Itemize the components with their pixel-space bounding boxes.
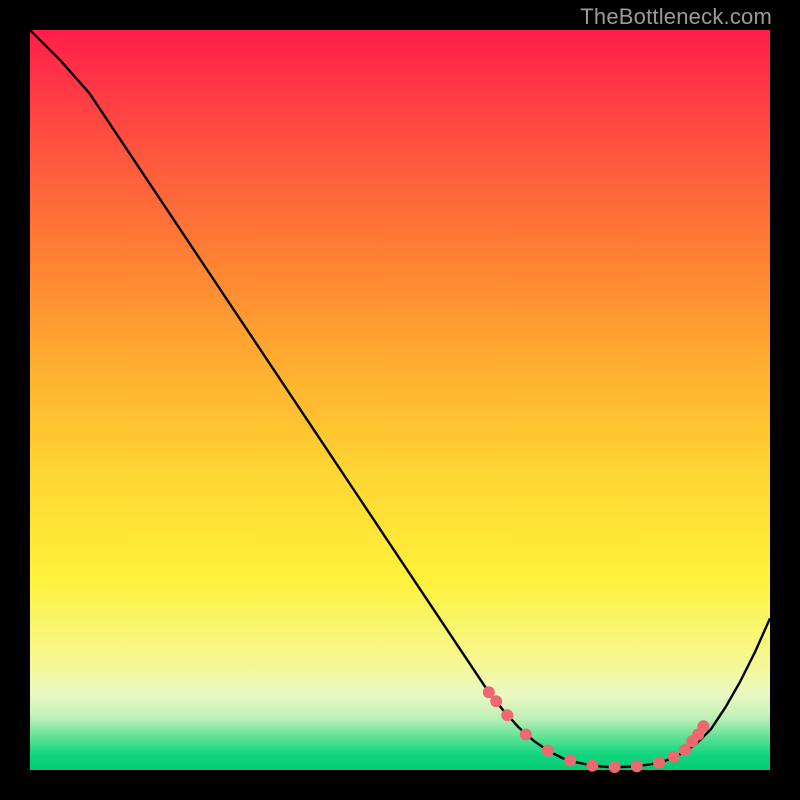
highlight-marker: [631, 760, 643, 772]
watermark-text: TheBottleneck.com: [580, 4, 772, 30]
chart-svg: [30, 30, 770, 770]
highlight-marker: [609, 761, 621, 773]
curve-line: [30, 30, 770, 767]
highlight-marker: [653, 757, 665, 769]
highlight-marker: [520, 729, 532, 741]
highlight-marker: [564, 754, 576, 766]
plot-area: [30, 30, 770, 770]
highlight-marker: [697, 720, 709, 732]
highlight-marker: [586, 760, 598, 772]
chart-frame: TheBottleneck.com: [0, 0, 800, 800]
highlight-marker: [542, 745, 554, 757]
highlight-marker: [668, 751, 680, 763]
highlight-marker: [501, 709, 513, 721]
highlight-marker: [490, 695, 502, 707]
highlight-markers: [483, 686, 710, 773]
